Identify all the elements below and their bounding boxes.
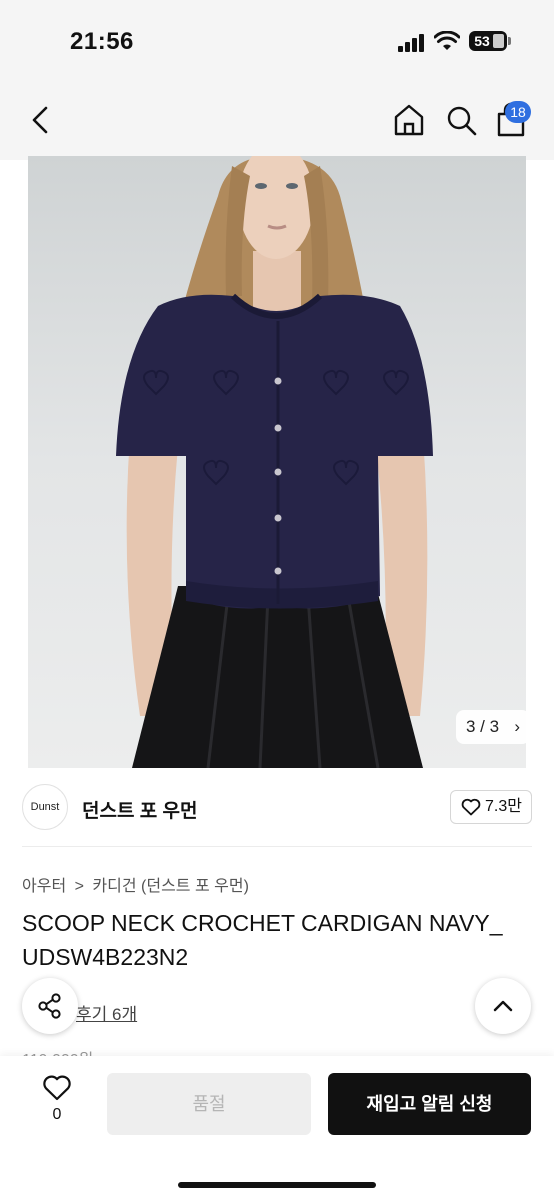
cellular-signal-icon [398, 34, 426, 52]
search-icon[interactable] [444, 102, 478, 138]
brand-like-count: 7.3만 [485, 798, 522, 815]
wishlist-button[interactable]: 0 [30, 1074, 84, 1134]
chevron-up-icon [493, 1000, 513, 1012]
scroll-top-button[interactable] [475, 978, 531, 1034]
battery-icon: 53 [469, 31, 511, 51]
wishlist-count: 0 [52, 1106, 62, 1123]
bottom-action-bar: 0 품절 재입고 알림 신청 [0, 1056, 554, 1200]
cart-count-badge: 18 [505, 101, 531, 123]
back-chevron-icon[interactable] [24, 100, 58, 140]
status-bar: 21:56 53 [0, 0, 554, 80]
home-icon[interactable] [392, 102, 426, 138]
heart-icon [43, 1075, 71, 1101]
image-counter[interactable]: 3 / 3 › [456, 710, 530, 744]
home-indicator [178, 1182, 376, 1188]
breadcrumb-outer[interactable]: 아우터 [22, 878, 66, 895]
brand-logo[interactable]: Dunst [22, 784, 68, 830]
review-link[interactable]: 후기 6개 [76, 1000, 137, 1025]
share-button[interactable] [22, 978, 78, 1034]
divider [22, 846, 532, 847]
status-time: 21:56 [70, 28, 134, 55]
top-navigation [0, 80, 554, 160]
wifi-icon [434, 31, 460, 50]
product-image[interactable] [28, 156, 526, 768]
heart-icon [461, 798, 481, 816]
product-title: SCOOP NECK CROCHET CARDIGAN NAVY_ UDSW4B… [22, 910, 503, 970]
share-icon [38, 993, 61, 1019]
image-counter-text: 3 / 3 [466, 717, 500, 736]
soldout-button: 품절 [107, 1073, 311, 1135]
brand-name[interactable]: 던스트 포 우먼 [82, 796, 197, 823]
breadcrumb-separator-icon: > [74, 878, 84, 895]
battery-level: 53 [474, 33, 490, 49]
brand-row[interactable]: Dunst 던스트 포 우먼 7.3만 [0, 768, 554, 848]
model-photo [116, 156, 433, 768]
brand-like-button[interactable]: 7.3만 [450, 790, 532, 824]
chevron-right-icon: › [514, 717, 520, 736]
breadcrumb-cardigan[interactable]: 카디건 (던스트 포 우먼) [92, 878, 248, 895]
breadcrumb: 아우터 > 카디건 (던스트 포 우먼) [22, 872, 253, 896]
restock-alert-button[interactable]: 재입고 알림 신청 [328, 1073, 531, 1135]
